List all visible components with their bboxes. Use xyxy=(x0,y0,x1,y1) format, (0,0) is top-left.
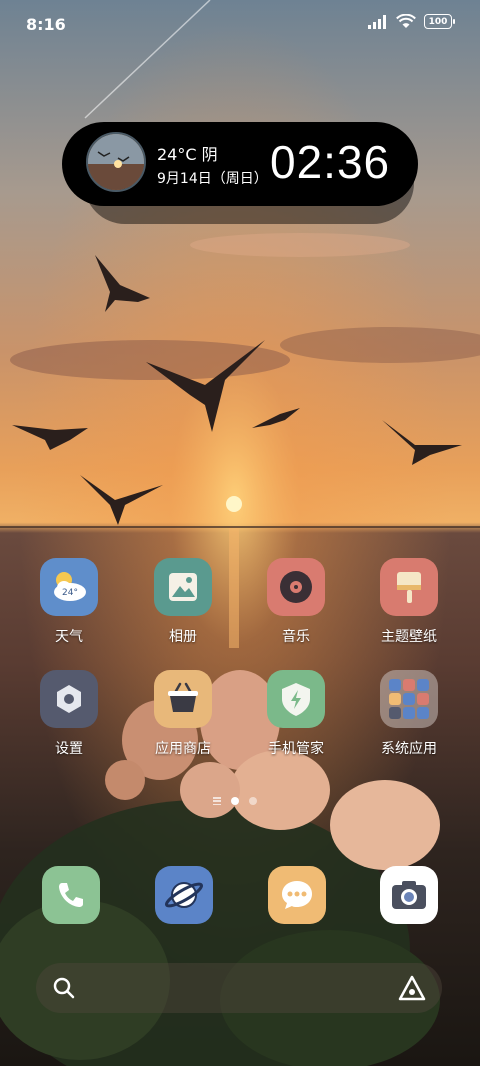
messages-icon xyxy=(282,881,312,909)
battery-level: 100 xyxy=(428,16,448,27)
app-label-store: 应用商店 xyxy=(155,741,211,757)
app-label-themes: 主题壁纸 xyxy=(381,629,437,645)
wifi-icon xyxy=(396,14,416,28)
app-themes[interactable]: 主题壁纸 xyxy=(359,558,459,646)
assistant-icon[interactable] xyxy=(398,975,426,1001)
dock-browser[interactable] xyxy=(155,866,213,924)
status-bar: 8:16 100 xyxy=(0,0,480,50)
page-dot-2 xyxy=(249,797,257,805)
app-list-indicator-icon xyxy=(213,797,221,805)
app-security[interactable]: 手机管家 xyxy=(246,670,346,758)
app-label-system: 系统应用 xyxy=(381,741,437,757)
folder-icon xyxy=(380,670,438,728)
dock-camera[interactable] xyxy=(380,866,438,924)
browser-icon xyxy=(165,882,203,908)
app-label-gallery: 相册 xyxy=(169,629,197,645)
dock-messages[interactable] xyxy=(268,866,326,924)
app-folder-system[interactable]: 系统应用 xyxy=(359,670,459,758)
shield-icon xyxy=(267,670,325,728)
widget-clock: 02:36 xyxy=(270,136,391,188)
search-bar[interactable] xyxy=(36,963,442,1013)
app-label-security: 手机管家 xyxy=(268,741,324,757)
gallery-icon xyxy=(154,558,212,616)
camera-icon xyxy=(392,881,426,909)
widget-sunset-thumbnail xyxy=(86,132,146,192)
paintbrush-icon xyxy=(380,558,438,616)
signal-icon xyxy=(368,14,386,29)
page-indicator[interactable] xyxy=(213,797,257,805)
widget-date: 9月14日（周日） xyxy=(157,171,268,187)
battery-icon: 100 xyxy=(424,14,455,29)
status-time: 8:16 xyxy=(26,15,66,34)
search-icon xyxy=(53,977,75,999)
page-dot-1 xyxy=(231,797,239,805)
gear-icon xyxy=(40,670,98,728)
status-icons: 100 xyxy=(368,14,455,29)
weather-icon: 24° xyxy=(40,558,98,616)
app-weather[interactable]: 24° 天气 xyxy=(19,558,119,646)
dock-phone[interactable] xyxy=(42,866,100,924)
music-icon xyxy=(267,558,325,616)
app-label-settings: 设置 xyxy=(55,741,83,757)
phone-icon xyxy=(59,883,83,907)
widget-weather: 24°C 阴 xyxy=(157,145,218,164)
app-music[interactable]: 音乐 xyxy=(246,558,346,646)
app-gallery[interactable]: 相册 xyxy=(133,558,233,646)
app-label-music: 音乐 xyxy=(282,629,310,645)
folder-grid xyxy=(389,679,429,719)
app-settings[interactable]: 设置 xyxy=(19,670,119,758)
weather-icon-badge: 24° xyxy=(62,588,78,598)
clock-weather-widget[interactable]: 24°C 阴 9月14日（周日） 02:36 xyxy=(62,122,418,206)
app-store[interactable]: 应用商店 xyxy=(133,670,233,758)
basket-icon xyxy=(154,670,212,728)
app-label-weather: 天气 xyxy=(55,629,83,645)
